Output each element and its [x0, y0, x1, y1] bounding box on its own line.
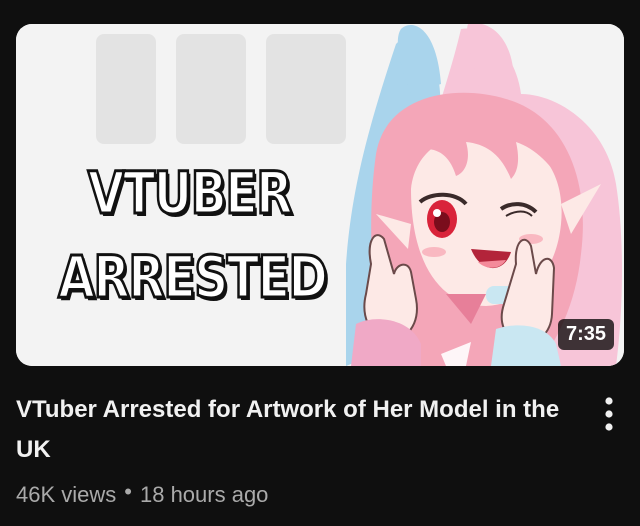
- thumbnail-text-line1: VTUBER: [86, 159, 293, 227]
- thumbnail-text-line2: ARRESTED: [57, 243, 329, 311]
- video-thumbnail[interactable]: VTUBER ARRESTED 7:35: [16, 24, 624, 366]
- video-card[interactable]: VTUBER ARRESTED 7:35 VTuber Arrested for…: [0, 0, 640, 526]
- duration-badge: 7:35: [557, 319, 614, 350]
- view-count: 46K views: [16, 482, 117, 507]
- more-vert-icon: [605, 397, 613, 431]
- meta-separator: •: [124, 479, 132, 504]
- more-options-button[interactable]: [592, 394, 626, 434]
- upload-age: 18 hours ago: [139, 482, 269, 507]
- video-title[interactable]: VTuber Arrested for Artwork of Her Model…: [16, 390, 576, 470]
- video-metadata: 46K views • 18 hours ago: [16, 479, 269, 508]
